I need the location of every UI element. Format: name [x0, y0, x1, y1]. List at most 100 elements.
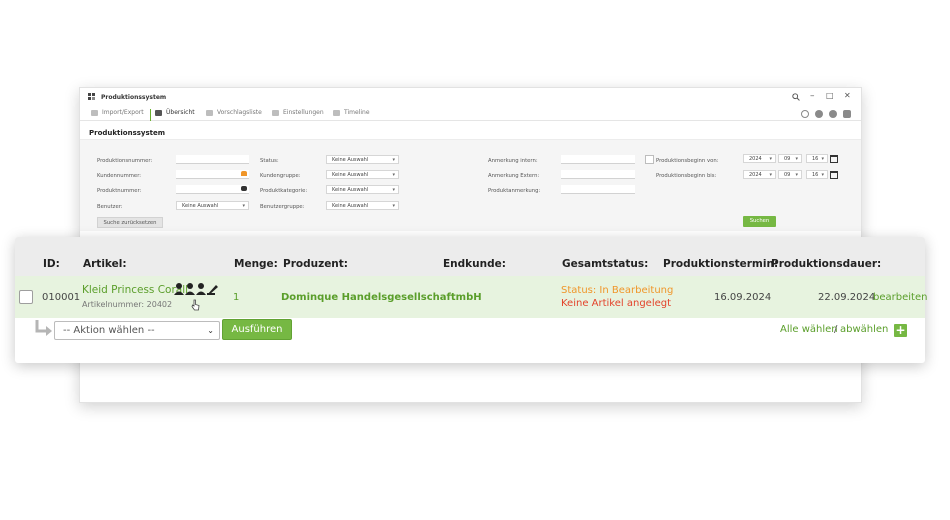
header-end-customer: Endkunde: — [443, 258, 506, 270]
reset-search-button[interactable]: Suche zurücksetzen — [97, 217, 163, 228]
chevron-down-icon: ▾ — [795, 172, 798, 178]
calendar-icon[interactable] — [830, 155, 838, 163]
puzzle-icon[interactable] — [843, 110, 851, 118]
tab-settings[interactable]: Einstellungen — [272, 109, 324, 121]
article-number: Artikelnummer: 20402 — [82, 300, 173, 309]
customer-lookup-icon[interactable] — [241, 171, 247, 176]
production-table-card: ID: Artikel: Menge: Produzent: Endkunde:… — [15, 237, 927, 363]
user-select[interactable]: Keine Auswahl ▾ — [176, 201, 249, 210]
chevron-down-icon: ▾ — [821, 156, 824, 162]
row-id: 010001 — [42, 292, 81, 303]
tab-import-export[interactable]: Import/Export — [91, 109, 144, 121]
producer-link[interactable]: Dominque HandelsgesellschaftmbH — [281, 292, 482, 303]
user-group-select[interactable]: Keine Auswahl ▾ — [326, 201, 399, 210]
tab-bar: Import/Export Übersicht Vorschlagsliste … — [80, 106, 861, 121]
chevron-down-icon: ▾ — [392, 203, 395, 209]
header-id: ID: — [43, 258, 60, 270]
label-external-note: Anmerkung Extern: — [488, 173, 540, 179]
refresh-icon[interactable] — [801, 110, 809, 118]
label-internal-note: Anmerkung intern: — [488, 158, 538, 164]
search-button[interactable]: Suchen — [743, 216, 776, 227]
header-article: Artikel: — [83, 258, 127, 270]
edit-link[interactable]: bearbeiten — [873, 292, 927, 303]
close-button[interactable]: ✕ — [844, 91, 851, 101]
label-product-note: Produktanmerkung: — [488, 188, 541, 194]
window-titlebar: Produktionssystem – □ ✕ — [80, 88, 861, 106]
production-duration: 22.09.2024 — [818, 292, 876, 303]
minimize-button[interactable]: – — [810, 91, 815, 101]
to-day-select[interactable]: 16 ▾ — [806, 170, 828, 179]
chevron-down-icon: ▾ — [769, 172, 772, 178]
chevron-down-icon: ▾ — [392, 157, 395, 163]
label-product-category: Produktkategorie: — [260, 188, 308, 194]
table-header: ID: Artikel: Menge: Produzent: Endkunde:… — [15, 237, 925, 276]
from-year-select[interactable]: 2024 ▾ — [743, 154, 776, 163]
label-user-group: Benutzergruppe: — [260, 204, 305, 210]
header-producer: Produzent: — [283, 258, 349, 270]
header-production-duration: Produktionsdauer: — [771, 258, 882, 270]
label-customer-group: Kundengruppe: — [260, 173, 301, 179]
label-status: Status: — [260, 158, 279, 164]
app-logo-icon — [88, 93, 96, 101]
help-icon[interactable] — [815, 110, 823, 118]
table-icon — [155, 109, 162, 116]
add-button[interactable]: + — [894, 324, 907, 337]
status-select[interactable]: Keine Auswahl ▾ — [326, 155, 399, 164]
customer-number-input[interactable] — [176, 170, 249, 179]
header-production-date: Produktionstermin: — [663, 258, 779, 270]
status-warning-text: Keine Artikel angelegt — [561, 298, 672, 309]
production-start-checkbox[interactable] — [645, 155, 654, 164]
row-checkbox[interactable] — [19, 290, 33, 304]
header-quantity: Menge: — [234, 258, 278, 270]
chevron-down-icon: ▾ — [392, 187, 395, 193]
status-text: Status: In Bearbeitung — [561, 285, 674, 296]
deselect-all-link[interactable]: abwählen — [840, 324, 888, 335]
article-name-link[interactable]: Kleid Princess Corall — [82, 284, 188, 296]
select-all-link[interactable]: Alle wählen — [780, 324, 838, 335]
from-day-select[interactable]: 16 ▾ — [806, 154, 828, 163]
to-year-select[interactable]: 2024 ▾ — [743, 170, 776, 179]
tab-overview[interactable]: Übersicht — [150, 109, 195, 121]
label-production-start-from: Produktionsbeginn von: — [656, 158, 719, 164]
product-note-input[interactable] — [561, 185, 635, 194]
product-category-select[interactable]: Keine Auswahl ▾ — [326, 185, 399, 194]
assigned-users-icon[interactable] — [174, 282, 218, 296]
label-user: Benutzer: — [97, 204, 123, 210]
table-row[interactable]: 010001 Kleid Princess Corall Artikelnumm… — [15, 276, 927, 318]
chevron-down-icon: ▾ — [769, 156, 772, 162]
settings-icon — [272, 109, 279, 116]
list-icon — [206, 109, 213, 116]
label-production-number: Produktionsnummer: — [97, 158, 153, 164]
bulk-actions-bar: -- Aktion wählen -- ⌄ Ausführen Alle wähl… — [15, 318, 925, 363]
customer-group-select[interactable]: Keine Auswahl ▾ — [326, 170, 399, 179]
row-quantity: 1 — [233, 292, 240, 303]
chevron-down-icon: ▾ — [392, 172, 395, 178]
search-icon[interactable] — [792, 93, 800, 101]
hand-pointer-icon — [191, 299, 200, 311]
internal-note-input[interactable] — [561, 155, 635, 164]
chevron-down-icon: ▾ — [242, 203, 245, 209]
select-separator: / — [834, 324, 838, 335]
filter-panel: Produktionsnummer: Kundennummer: Produkt… — [80, 139, 861, 231]
timeline-icon — [333, 109, 340, 116]
tab-suggestion-list[interactable]: Vorschlagsliste — [206, 109, 262, 121]
from-month-select[interactable]: 09 ▾ — [778, 154, 802, 163]
arrow-down-right-icon — [35, 320, 52, 336]
execute-button[interactable]: Ausführen — [222, 319, 292, 340]
product-lookup-icon[interactable] — [241, 186, 247, 191]
production-date: 16.09.2024 — [714, 292, 772, 303]
maximize-button[interactable]: □ — [826, 91, 834, 101]
product-number-input[interactable] — [176, 185, 249, 194]
calendar-icon[interactable] — [830, 171, 838, 179]
production-number-input[interactable] — [176, 155, 249, 164]
chevron-down-icon: ▾ — [795, 156, 798, 162]
to-month-select[interactable]: 09 ▾ — [778, 170, 802, 179]
chevron-down-icon: ⌄ — [207, 326, 214, 335]
action-select[interactable]: -- Aktion wählen -- ⌄ — [54, 321, 220, 340]
import-export-icon — [91, 109, 98, 116]
external-note-input[interactable] — [561, 170, 635, 179]
tab-timeline[interactable]: Timeline — [333, 109, 370, 121]
info-icon[interactable] — [829, 110, 837, 118]
window-title: Produktionssystem — [101, 94, 167, 101]
label-customer-number: Kundennummer: — [97, 173, 142, 179]
